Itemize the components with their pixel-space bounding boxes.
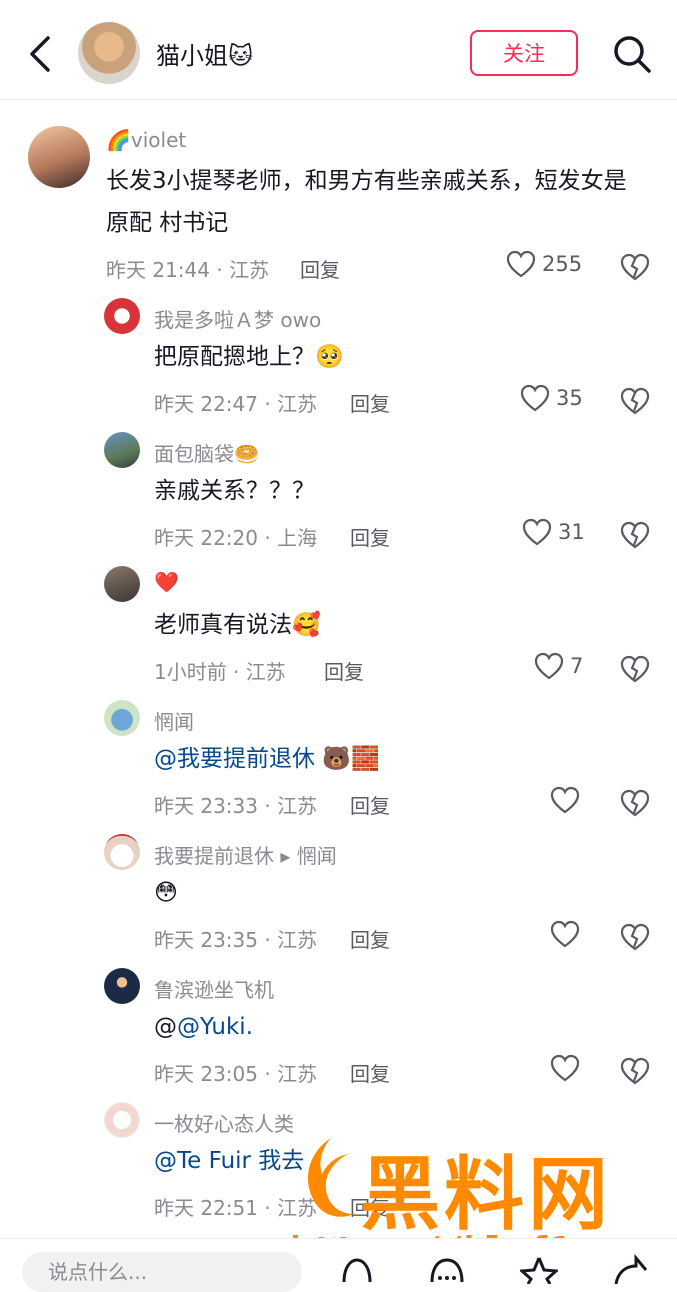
heart-icon (550, 1054, 580, 1082)
dislike-icon[interactable] (620, 788, 650, 818)
comment-text: 长发3小提琴老师，和男方有些亲戚关系，短发女是原配 村书记 (106, 168, 627, 236)
reply-button[interactable]: 回复 (324, 656, 364, 685)
comment-text[interactable]: @我要提前退休 🐻🧱 (154, 738, 380, 780)
avatar[interactable] (104, 700, 140, 736)
like-count: 7 (570, 654, 584, 678)
dislike-icon[interactable] (620, 386, 650, 416)
heart-icon (550, 920, 580, 948)
avatar[interactable] (104, 298, 140, 334)
comment-username[interactable]: 我要提前退休 ▸ 惘闻 (154, 840, 337, 869)
like-count: 35 (556, 386, 583, 410)
comment-meta: 昨天 23:33 · 江苏 (154, 794, 318, 818)
dislike-icon[interactable] (620, 654, 650, 684)
heart-icon (550, 786, 580, 814)
comment-meta: 昨天 21:44 · 江苏 (106, 258, 270, 282)
comment-text: 把原配摁地上？🥺 (154, 344, 344, 370)
like-button[interactable]: 31 (522, 518, 585, 546)
like-button[interactable]: 35 (520, 384, 583, 412)
like-button[interactable] (550, 786, 580, 814)
watermark-logo-icon (308, 1138, 354, 1217)
comment-text-prefix: @ (154, 1014, 177, 1040)
heart-icon (522, 518, 552, 546)
like-button[interactable] (550, 1054, 580, 1082)
comment-username[interactable]: 面包脑袋🥯 (154, 438, 259, 467)
reply-button[interactable]: 回复 (300, 254, 340, 283)
like-button[interactable]: 255 (506, 250, 582, 278)
comment-text: 老师真有说法🥰 (154, 612, 321, 638)
like-count: 255 (542, 252, 583, 276)
reply-button[interactable]: 回复 (350, 388, 390, 417)
avatar[interactable] (104, 1102, 140, 1138)
dislike-icon[interactable] (620, 520, 650, 550)
comment-meta: 昨天 23:05 · 江苏 (154, 1062, 318, 1086)
author-avatar[interactable] (78, 22, 140, 84)
avatar[interactable] (104, 834, 140, 870)
search-icon[interactable] (612, 34, 652, 74)
comment-text: @@Yuki. (154, 1006, 253, 1048)
top-bar: 猫小姐🐱 关注 (0, 0, 677, 100)
heart-icon (520, 384, 550, 412)
dislike-icon[interactable] (620, 922, 650, 952)
heart-icon (506, 250, 536, 278)
comment-text: 😳 (154, 880, 178, 906)
comment-username[interactable]: 一枚好心态人类 (154, 1108, 294, 1137)
comment-username[interactable]: 🌈violet (106, 128, 186, 152)
comment-text[interactable]: @Te Fuir 我去 (154, 1140, 304, 1182)
avatar[interactable] (104, 968, 140, 1004)
like-count: 31 (558, 520, 585, 544)
reply-button[interactable]: 回复 (350, 790, 390, 819)
comment-username[interactable]: 惘闻 (154, 706, 194, 735)
author-name[interactable]: 猫小姐🐱 (156, 36, 253, 71)
dislike-icon[interactable] (620, 252, 650, 282)
follow-button[interactable]: 关注 (470, 30, 578, 76)
dislike-icon[interactable] (620, 1056, 650, 1086)
reply-button[interactable]: 回复 (350, 924, 390, 953)
comment-username[interactable]: 鲁滨逊坐飞机 (154, 974, 274, 1003)
like-button[interactable] (550, 920, 580, 948)
watermark-brand: 黑料网 (360, 1148, 612, 1241)
comment-username[interactable]: ❤️ (154, 570, 179, 594)
comment-meta: 昨天 22:20 · 上海 (154, 526, 318, 550)
comment-meta: 1小时前 · 江苏 (154, 660, 286, 684)
reply-button[interactable]: 回复 (350, 522, 390, 551)
comment-text: 亲戚关系？？？ (154, 478, 315, 504)
reply-button[interactable]: 回复 (350, 1058, 390, 1087)
avatar[interactable] (28, 126, 90, 188)
avatar[interactable] (104, 566, 140, 602)
comment-input[interactable]: 说点什么... (22, 1252, 302, 1292)
heart-icon (534, 652, 564, 680)
comment-meta: 昨天 23:35 · 江苏 (154, 928, 318, 952)
like-button[interactable]: 7 (534, 652, 583, 680)
avatar[interactable] (104, 432, 140, 468)
comment-meta: 昨天 22:47 · 江苏 (154, 392, 318, 416)
comment-username[interactable]: 我是多啦Ａ梦 owo (154, 304, 321, 333)
back-arrow-icon[interactable] (24, 34, 58, 74)
mention-link[interactable]: @Yuki. (177, 1014, 253, 1040)
